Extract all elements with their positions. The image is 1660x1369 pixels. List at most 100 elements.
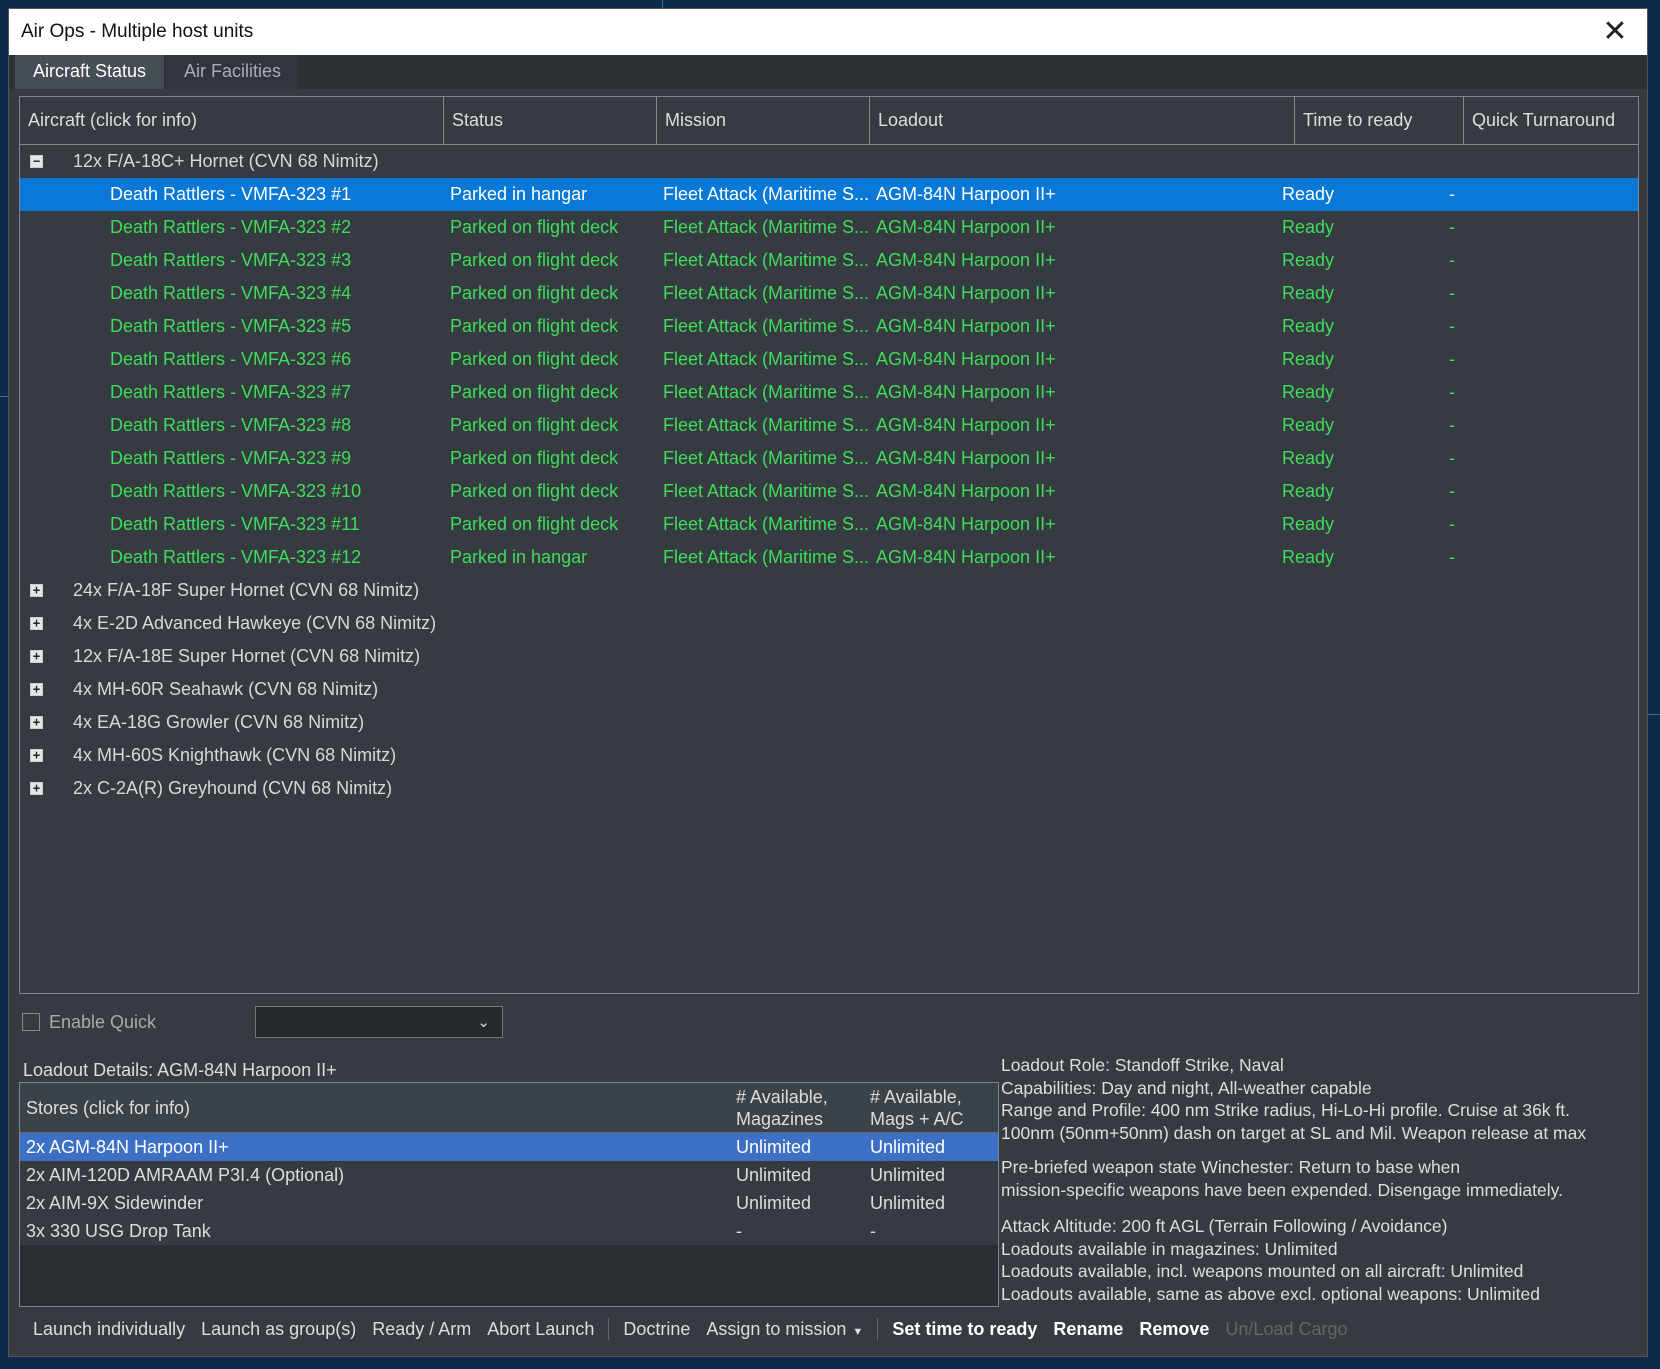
tab-aircraft-status[interactable]: Aircraft Status [15, 55, 165, 89]
aircraft-row[interactable]: Death Rattlers - VMFA-323 #12 Parked in h… [20, 541, 1638, 574]
col-quick-turnaround[interactable]: Quick Turnaround [1464, 97, 1638, 144]
group-row[interactable]: +4x E-2D Advanced Hawkeye (CVN 68 Nimitz… [20, 607, 1638, 640]
aircraft-row[interactable]: Death Rattlers - VMFA-323 #11 Parked on f… [20, 508, 1638, 541]
store-row[interactable]: 2x AGM-84N Harpoon II+ Unlimited Unlimited [20, 1133, 998, 1161]
col-avail-mags-ac[interactable]: # Available, Mags + A/C [864, 1083, 998, 1132]
expand-icon[interactable]: + [30, 584, 43, 597]
aircraft-rows: Death Rattlers - VMFA-323 #1 Parked in ha… [20, 178, 1638, 574]
aircraft-row[interactable]: Death Rattlers - VMFA-323 #10 Parked on f… [20, 475, 1638, 508]
expand-icon[interactable]: + [30, 650, 43, 663]
window-title: Air Ops - Multiple host units [21, 21, 254, 42]
quick-turnaround-cell: - [1449, 316, 1455, 336]
status-cell: Parked in hangar [450, 184, 588, 204]
group-label: 4x MH-60R Seahawk (CVN 68 Nimitz) [73, 679, 379, 699]
expand-icon[interactable]: + [30, 749, 43, 762]
aircraft-row[interactable]: Death Rattlers - VMFA-323 #4 Parked on fl… [20, 277, 1638, 310]
status-cell: Parked on flight deck [450, 382, 619, 402]
aircraft-row[interactable]: Death Rattlers - VMFA-323 #9 Parked on fl… [20, 442, 1638, 475]
col-time-to-ready[interactable]: Time to ready [1295, 97, 1464, 144]
aircraft-name-cell: Death Rattlers - VMFA-323 #10 [110, 481, 362, 501]
col-aircraft[interactable]: Aircraft (click for info) [20, 97, 444, 144]
aircraft-name-cell: Death Rattlers - VMFA-323 #12 [110, 547, 362, 567]
quick-turnaround-cell: - [1449, 349, 1455, 369]
mission-cell: Fleet Attack (Maritime S... [663, 283, 870, 303]
store-row[interactable]: 2x AIM-9X Sidewinder Unlimited Unlimited [20, 1189, 998, 1217]
time-to-ready-cell: Ready [1282, 217, 1335, 237]
aircraft-row[interactable]: Death Rattlers - VMFA-323 #5 Parked on fl… [20, 310, 1638, 343]
time-to-ready-cell: Ready [1282, 349, 1335, 369]
quick-turnaround-row: Enable Quick ⌄ [22, 1005, 503, 1039]
quick-turnaround-cell: - [1449, 415, 1455, 435]
stores-header: Stores (click for info) # Available, Mag… [20, 1083, 998, 1133]
aircraft-row[interactable]: Death Rattlers - VMFA-323 #1 Parked in ha… [20, 178, 1638, 211]
aircraft-name-cell: Death Rattlers - VMFA-323 #4 [110, 283, 352, 303]
remove-button[interactable]: Remove [1131, 1319, 1217, 1340]
aircraft-row[interactable]: Death Rattlers - VMFA-323 #6 Parked on fl… [20, 343, 1638, 376]
time-to-ready-cell: Ready [1282, 382, 1335, 402]
time-to-ready-cell: Ready [1282, 250, 1335, 270]
col-avail-magazines[interactable]: # Available, Magazines [730, 1083, 864, 1132]
group-row[interactable]: +4x MH-60S Knighthawk (CVN 68 Nimitz) [20, 739, 1638, 772]
action-toolbar: Launch individually Launch as group(s) R… [25, 1312, 1356, 1346]
col-stores[interactable]: Stores (click for info) [20, 1083, 730, 1132]
group-row[interactable]: +4x EA-18G Growler (CVN 68 Nimitz) [20, 706, 1638, 739]
col-avail-mags-ac-line1: # Available, [870, 1086, 962, 1107]
time-to-ready-cell: Ready [1282, 415, 1335, 435]
loadout-details-title: Loadout Details: AGM-84N Harpoon II+ [23, 1060, 337, 1080]
group-label: 24x F/A-18F Super Hornet (CVN 68 Nimitz) [73, 580, 420, 600]
close-icon[interactable]: ✕ [1595, 17, 1635, 47]
title-bar: Air Ops - Multiple host units ✕ [9, 9, 1647, 55]
expand-icon[interactable]: + [30, 617, 43, 630]
winchester-line2: mission-specific weapons have been expen… [1001, 1179, 1563, 1200]
expand-icon[interactable]: + [30, 716, 43, 729]
caret-down-icon: ▼ [852, 1325, 864, 1338]
store-avail-ac-cell: Unlimited [870, 1164, 946, 1185]
col-loadout[interactable]: Loadout [870, 97, 1295, 144]
aircraft-row[interactable]: Death Rattlers - VMFA-323 #8 Parked on fl… [20, 409, 1638, 442]
group-row[interactable]: +12x F/A-18E Super Hornet (CVN 68 Nimitz… [20, 640, 1638, 673]
store-avail-ac-cell: Unlimited [870, 1136, 946, 1157]
time-to-ready-cell: Ready [1282, 481, 1335, 501]
loadouts-available-magazines: Loadouts available in magazines: Unlimit… [1001, 1238, 1338, 1259]
loadout-cell: AGM-84N Harpoon II+ [876, 184, 1056, 204]
quick-turnaround-dropdown[interactable]: ⌄ [255, 1006, 503, 1038]
doctrine-button[interactable]: Doctrine [615, 1319, 698, 1340]
grid-header: Aircraft (click for info) Status Mission… [20, 97, 1638, 145]
group-row[interactable]: − 12x F/A-18C+ Hornet (CVN 68 Nimitz) [20, 145, 1638, 178]
aircraft-row[interactable]: Death Rattlers - VMFA-323 #3 Parked on fl… [20, 244, 1638, 277]
aircraft-row[interactable]: Death Rattlers - VMFA-323 #2 Parked on fl… [20, 211, 1638, 244]
status-cell: Parked on flight deck [450, 316, 619, 336]
store-row[interactable]: 2x AIM-120D AMRAAM P3I.4 (Optional) Unlim… [20, 1161, 998, 1189]
mission-cell: Fleet Attack (Maritime S... [663, 382, 870, 402]
tab-air-facilities[interactable]: Air Facilities [166, 55, 300, 89]
group-label: 2x C-2A(R) Greyhound (CVN 68 Nimitz) [73, 778, 393, 798]
group-row[interactable]: +4x MH-60R Seahawk (CVN 68 Nimitz) [20, 673, 1638, 706]
launch-individually-button[interactable]: Launch individually [25, 1319, 193, 1340]
store-avail-magazines-cell: - [736, 1220, 742, 1241]
group-row[interactable]: +24x F/A-18F Super Hornet (CVN 68 Nimitz… [20, 574, 1638, 607]
set-time-to-ready-button[interactable]: Set time to ready [884, 1319, 1045, 1340]
group-row[interactable]: +2x C-2A(R) Greyhound (CVN 68 Nimitz) [20, 772, 1638, 805]
ready-arm-button[interactable]: Ready / Arm [364, 1319, 479, 1340]
abort-launch-button[interactable]: Abort Launch [479, 1319, 602, 1340]
col-mission[interactable]: Mission [657, 97, 870, 144]
enable-quick-checkbox[interactable] [22, 1013, 40, 1031]
status-cell: Parked on flight deck [450, 349, 619, 369]
collapse-icon[interactable]: − [30, 155, 43, 168]
col-status[interactable]: Status [444, 97, 657, 144]
loadout-cell: AGM-84N Harpoon II+ [876, 514, 1056, 534]
group-label: 12x F/A-18C+ Hornet (CVN 68 Nimitz) [73, 151, 379, 171]
rename-button[interactable]: Rename [1045, 1319, 1131, 1340]
mission-cell: Fleet Attack (Maritime S... [663, 250, 870, 270]
loadout-cell: AGM-84N Harpoon II+ [876, 448, 1056, 468]
expand-icon[interactable]: + [30, 782, 43, 795]
launch-as-group-button[interactable]: Launch as group(s) [193, 1319, 364, 1340]
aircraft-row[interactable]: Death Rattlers - VMFA-323 #7 Parked on fl… [20, 376, 1638, 409]
mission-cell: Fleet Attack (Maritime S... [663, 514, 870, 534]
store-row[interactable]: 3x 330 USG Drop Tank - - [20, 1217, 998, 1245]
assign-to-mission-button[interactable]: Assign to mission ▼ [698, 1319, 871, 1340]
attack-altitude: Attack Altitude: 200 ft AGL (Terrain Fol… [1001, 1216, 1448, 1236]
time-to-ready-cell: Ready [1282, 316, 1335, 336]
expand-icon[interactable]: + [30, 683, 43, 696]
map-line [1648, 714, 1660, 715]
